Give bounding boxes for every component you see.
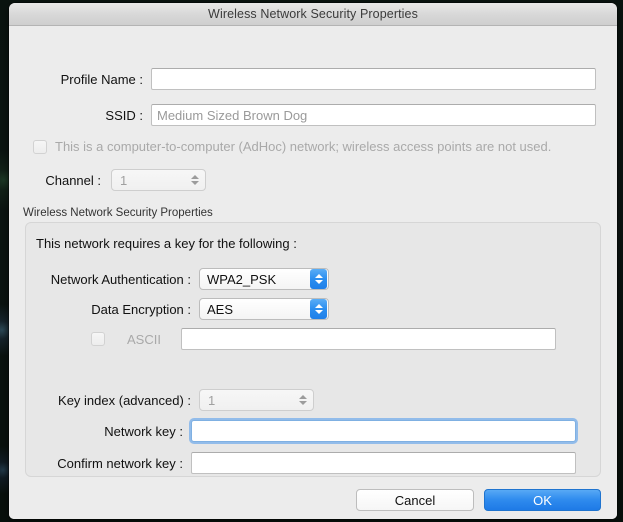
- network-authentication-select[interactable]: WPA2_PSK: [199, 268, 329, 290]
- ascii-label: ASCII: [127, 331, 161, 347]
- wireless-security-dialog: Wireless Network Security Properties Pro…: [9, 3, 617, 519]
- cancel-button[interactable]: Cancel: [356, 489, 474, 511]
- key-index-label: Key index (advanced) :: [58, 392, 191, 408]
- stepper-arrows-icon[interactable]: [189, 175, 201, 185]
- network-authentication-value: WPA2_PSK: [207, 271, 277, 287]
- profile-name-label: Profile Name :: [60, 71, 143, 87]
- dialog-title: Wireless Network Security Properties: [208, 7, 418, 21]
- channel-value: 1: [120, 172, 128, 188]
- confirm-network-key-input[interactable]: [191, 452, 576, 474]
- ascii-checkbox[interactable]: [91, 332, 105, 346]
- network-key-input[interactable]: [191, 420, 576, 442]
- adhoc-checkbox[interactable]: [33, 139, 47, 154]
- data-encryption-row: Data Encryption : AES: [31, 298, 329, 320]
- profile-name-row: Profile Name :: [31, 68, 601, 90]
- adhoc-row[interactable]: This is a computer-to-computer (AdHoc) n…: [33, 139, 603, 154]
- channel-row: Channel : 1: [31, 169, 206, 191]
- channel-stepper[interactable]: 1: [111, 169, 206, 191]
- dialog-titlebar: Wireless Network Security Properties: [9, 3, 617, 26]
- key-index-stepper[interactable]: 1: [199, 389, 314, 411]
- adhoc-label: This is a computer-to-computer (AdHoc) n…: [55, 139, 552, 154]
- data-encryption-select[interactable]: AES: [199, 298, 329, 320]
- confirm-network-key-row: Confirm network key :: [31, 452, 576, 474]
- confirm-network-key-label: Confirm network key :: [57, 455, 183, 471]
- ascii-input[interactable]: [181, 328, 556, 350]
- ascii-row: ASCII: [91, 328, 556, 350]
- dialog-body: Profile Name : SSID : This is a computer…: [9, 26, 617, 519]
- network-key-label: Network key :: [104, 423, 183, 439]
- data-encryption-value: AES: [207, 301, 234, 317]
- security-group-lead: This network requires a key for the foll…: [36, 236, 297, 251]
- security-group-title: Wireless Network Security Properties: [23, 207, 213, 219]
- ssid-label: SSID :: [105, 107, 143, 123]
- network-authentication-label: Network Authentication :: [50, 271, 191, 287]
- key-index-value: 1: [208, 392, 216, 408]
- ok-button[interactable]: OK: [484, 489, 601, 511]
- profile-name-input[interactable]: [151, 68, 596, 90]
- key-index-row: Key index (advanced) : 1: [31, 389, 314, 411]
- chevron-updown-icon[interactable]: [310, 269, 327, 289]
- ssid-input[interactable]: [151, 104, 596, 126]
- channel-label: Channel :: [45, 172, 101, 188]
- stepper-arrows-icon[interactable]: [297, 395, 309, 405]
- data-encryption-label: Data Encryption :: [91, 301, 191, 317]
- chevron-updown-icon[interactable]: [310, 299, 327, 319]
- ssid-row: SSID :: [31, 104, 601, 126]
- network-key-row: Network key :: [31, 420, 576, 442]
- network-authentication-row: Network Authentication : WPA2_PSK: [31, 268, 329, 290]
